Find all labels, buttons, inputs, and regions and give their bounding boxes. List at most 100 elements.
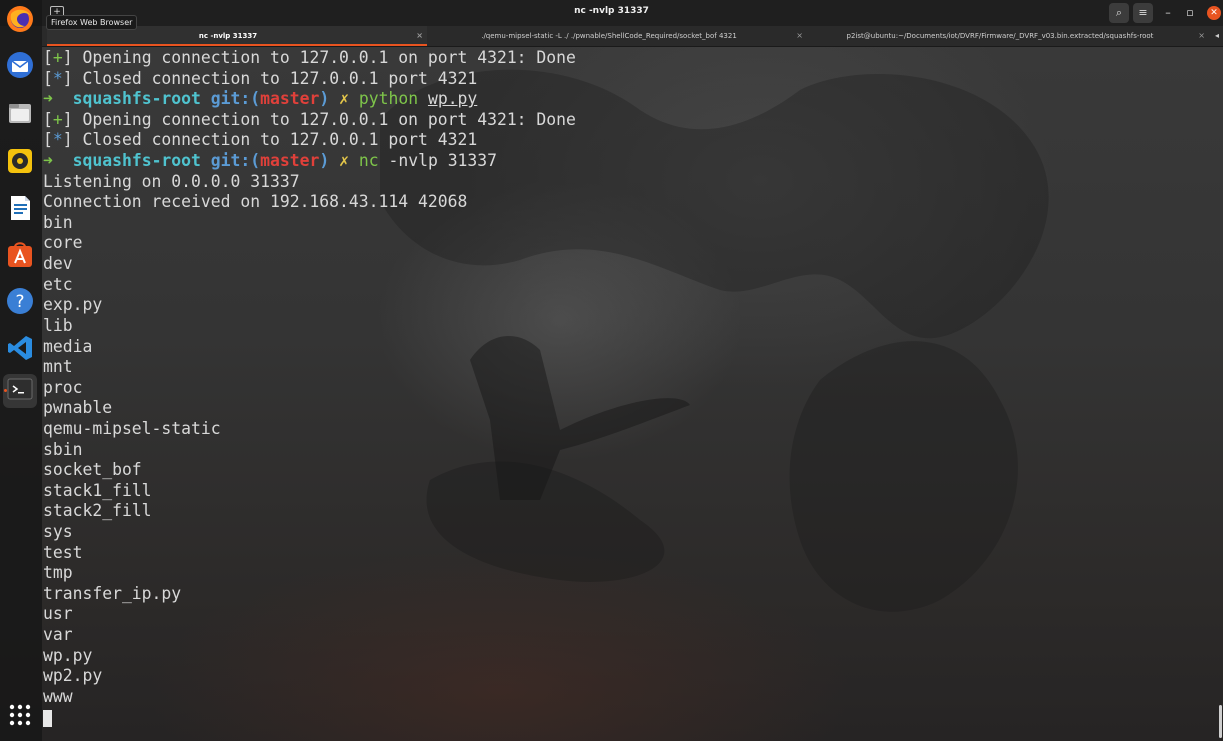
prompt-dirty-mark: ✗	[339, 89, 349, 109]
dock-thunderbird[interactable]	[3, 50, 37, 84]
svg-text:?: ?	[15, 292, 24, 312]
dock-terminal[interactable]	[3, 374, 37, 408]
output-line: Connection received on 192.168.43.114 42…	[43, 192, 468, 212]
prompt-git: git:(	[210, 89, 261, 109]
prompt-branch: master	[260, 89, 320, 109]
menu-icon[interactable]: ≡	[1133, 3, 1153, 23]
minimize-icon[interactable]: –	[1158, 3, 1178, 23]
close-icon[interactable]: ✕	[1207, 6, 1221, 20]
output-line: pwnable	[43, 398, 113, 418]
output-line: socket_bof	[43, 460, 142, 480]
output-line: wp.py	[43, 645, 93, 665]
terminal-cursor	[43, 709, 52, 727]
tab-label: p2ist@ubuntu:~/Documents/iot/DVRF/Firmwa…	[846, 32, 1154, 40]
prompt-dir: squashfs-root	[72, 151, 201, 171]
status-text: Opening connection to 127.0.0.1 on port …	[72, 109, 576, 129]
dock-files[interactable]	[3, 98, 37, 132]
output-line: stack2_fill	[43, 501, 152, 521]
output-line: bin	[43, 212, 73, 232]
output-line: qemu-mipsel-static	[43, 418, 221, 438]
ubuntu-software-icon	[5, 240, 35, 274]
dock-show-apps[interactable]	[3, 700, 37, 734]
prompt-argument: wp.py	[427, 89, 478, 109]
output-line: sys	[43, 522, 73, 542]
output-line: usr	[43, 604, 73, 624]
help-icon: ?	[5, 286, 35, 320]
tab-scroll-icon[interactable]: ◂	[1215, 26, 1219, 46]
dock-tooltip: Firefox Web Browser	[46, 15, 138, 30]
output-line: www	[43, 686, 73, 706]
tab-shell[interactable]: p2ist@ubuntu:~/Documents/iot/DVRF/Firmwa…	[809, 26, 1209, 46]
status-mark: +	[52, 109, 63, 129]
dock-rhythmbox[interactable]	[3, 146, 37, 180]
prompt-command: nc	[358, 151, 379, 171]
tab-label: ./qemu-mipsel-static -L ./ ./pwnable/She…	[481, 32, 737, 40]
status-text: Opening connection to 127.0.0.1 on port …	[72, 48, 576, 67]
dock-writer[interactable]	[3, 193, 37, 227]
terminal-icon	[6, 375, 34, 407]
output-line: wp2.py	[43, 666, 103, 686]
status-mark: *	[52, 68, 63, 88]
output-line: media	[43, 336, 93, 356]
dock-firefox[interactable]	[3, 4, 37, 38]
output-line: etc	[43, 274, 73, 294]
dock: Firefox Web Browser ?	[0, 0, 138, 741]
tab-qemu[interactable]: ./qemu-mipsel-static -L ./ ./pwnable/She…	[429, 26, 807, 46]
top-bar: + nc -nvlp 31337 ⌕ ≡ – ▫ ✕	[0, 0, 1223, 26]
output-line: test	[43, 542, 83, 562]
tab-close-icon[interactable]: ×	[796, 26, 803, 46]
vscode-icon	[5, 333, 35, 367]
output-line: transfer_ip.py	[43, 583, 182, 603]
prompt-git-close: )	[319, 151, 330, 171]
terminal-line: [+] Opening connection to 127.0.0.1 on p…	[43, 109, 576, 129]
firefox-icon	[5, 4, 35, 38]
terminal-line: [+] Opening connection to 127.0.0.1 on p…	[43, 48, 576, 67]
prompt-git: git:(	[210, 151, 261, 171]
output-line: sbin	[43, 439, 83, 459]
terminal-line: [*] Closed connection to 127.0.0.1 port …	[43, 130, 478, 150]
running-indicator	[4, 389, 7, 392]
prompt-argument: -nvlp 31337	[388, 151, 498, 171]
prompt-dirty-mark: ✗	[339, 151, 349, 171]
prompt-arrow: ➜	[43, 151, 53, 171]
status-text: Closed connection to 127.0.0.1 port 4321	[72, 68, 478, 88]
dock-software[interactable]	[3, 240, 37, 274]
libreoffice-writer-icon	[5, 193, 35, 227]
output-line: stack1_fill	[43, 480, 152, 500]
prompt-arrow: ➜	[43, 89, 53, 109]
terminal-line: [*] Closed connection to 127.0.0.1 port …	[43, 68, 478, 88]
output-line: lib	[43, 315, 73, 335]
output-line: tmp	[43, 563, 73, 583]
prompt-line: ➜ squashfs-root git:(master) ✗ nc -nvlp …	[43, 151, 1218, 172]
dock-vscode[interactable]	[3, 333, 37, 367]
status-mark: +	[52, 48, 63, 67]
tab-close-icon[interactable]: ×	[1198, 26, 1205, 46]
output-line: core	[43, 233, 83, 253]
thunderbird-icon	[5, 50, 35, 84]
output-line: mnt	[43, 357, 73, 377]
output-line: exp.py	[43, 295, 103, 315]
dock-help[interactable]: ?	[3, 286, 37, 320]
rhythmbox-icon	[5, 146, 35, 180]
terminal-output[interactable]: [+] Opening connection to 127.0.0.1 on p…	[43, 48, 1218, 738]
window-title: nc -nvlp 31337	[574, 6, 649, 16]
output-line: proc	[43, 377, 83, 397]
status-text: Closed connection to 127.0.0.1 port 4321	[72, 130, 478, 150]
prompt-branch: master	[260, 151, 320, 171]
prompt-dir: squashfs-root	[72, 89, 201, 109]
output-line: Listening on 0.0.0.0 31337	[43, 171, 300, 191]
status-mark: *	[52, 130, 63, 150]
search-icon[interactable]: ⌕	[1109, 3, 1129, 23]
terminal-scrollbar[interactable]	[1219, 705, 1222, 738]
tab-close-icon[interactable]: ×	[416, 26, 423, 46]
show-applications-icon	[7, 702, 33, 732]
prompt-git-close: )	[319, 89, 330, 109]
output-line: dev	[43, 254, 73, 274]
prompt-command: python	[358, 89, 419, 109]
tab-bar: nc -nvlp 31337 × ./qemu-mipsel-static -L…	[42, 26, 1223, 47]
cursor-line	[43, 708, 1218, 729]
output-line: var	[43, 625, 73, 645]
prompt-line: ➜ squashfs-root git:(master) ✗ python wp…	[43, 89, 1218, 110]
maximize-icon[interactable]: ▫	[1180, 3, 1200, 23]
files-icon	[5, 98, 35, 132]
